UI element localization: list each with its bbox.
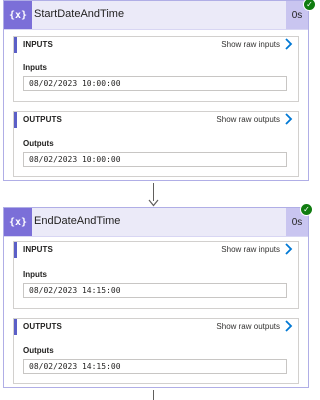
outputs-section-header[interactable]: OUTPUTS Show raw outputs	[14, 112, 298, 128]
arrow-down-icon	[148, 199, 159, 207]
inputs-field-value: 08/02/2023 10:00:00	[23, 76, 287, 91]
flow-run-page: {x} StartDateAndTime 0s INPUTS Show raw …	[0, 0, 316, 400]
action-title: EndDateAndTime	[34, 215, 121, 227]
inputs-section: INPUTS Show raw inputs Inputs 08/02/2023…	[13, 36, 299, 102]
outputs-field-label: Outputs	[23, 346, 54, 355]
chevron-right-icon[interactable]	[284, 243, 293, 255]
flow-connector-line	[153, 390, 154, 400]
inputs-field-value: 08/02/2023 14:15:00	[23, 283, 287, 298]
show-raw-outputs-link[interactable]: Show raw outputs	[216, 322, 280, 331]
inputs-section: INPUTS Show raw inputs Inputs 08/02/2023…	[13, 241, 299, 309]
chevron-right-icon[interactable]	[284, 320, 293, 332]
show-raw-inputs-link[interactable]: Show raw inputs	[221, 40, 280, 49]
outputs-field-value: 08/02/2023 14:15:00	[23, 359, 287, 374]
compose-icon: {x}	[4, 208, 32, 236]
show-raw-inputs-link[interactable]: Show raw inputs	[221, 245, 280, 254]
action-header[interactable]: {x} StartDateAndTime 0s	[4, 1, 308, 30]
action-title: StartDateAndTime	[34, 8, 125, 20]
compose-icon: {x}	[4, 1, 32, 29]
inputs-section-header[interactable]: INPUTS Show raw inputs	[14, 37, 298, 53]
show-raw-outputs-link[interactable]: Show raw outputs	[216, 115, 280, 124]
chevron-right-icon[interactable]	[284, 38, 293, 50]
inputs-section-header[interactable]: INPUTS Show raw inputs	[14, 242, 298, 258]
action-header[interactable]: {x} EndDateAndTime 0s	[4, 208, 308, 237]
inputs-section-title: INPUTS	[23, 40, 53, 49]
chevron-right-icon[interactable]	[284, 113, 293, 125]
outputs-section: OUTPUTS Show raw outputs Outputs 08/02/2…	[13, 111, 299, 177]
success-check-icon: ✓	[303, 0, 316, 11]
outputs-section-header[interactable]: OUTPUTS Show raw outputs	[14, 319, 298, 335]
outputs-section: OUTPUTS Show raw outputs Outputs 08/02/2…	[13, 318, 299, 384]
action-card-start-date-and-time: {x} StartDateAndTime 0s INPUTS Show raw …	[3, 0, 309, 181]
inputs-field-label: Inputs	[23, 270, 47, 279]
outputs-section-title: OUTPUTS	[23, 322, 62, 331]
action-card-end-date-and-time: {x} EndDateAndTime 0s INPUTS Show raw in…	[3, 207, 309, 388]
inputs-section-title: INPUTS	[23, 245, 53, 254]
outputs-field-value: 08/02/2023 10:00:00	[23, 152, 287, 167]
outputs-field-label: Outputs	[23, 139, 54, 148]
outputs-section-title: OUTPUTS	[23, 115, 62, 124]
success-check-icon: ✓	[300, 203, 313, 216]
inputs-field-label: Inputs	[23, 63, 47, 72]
